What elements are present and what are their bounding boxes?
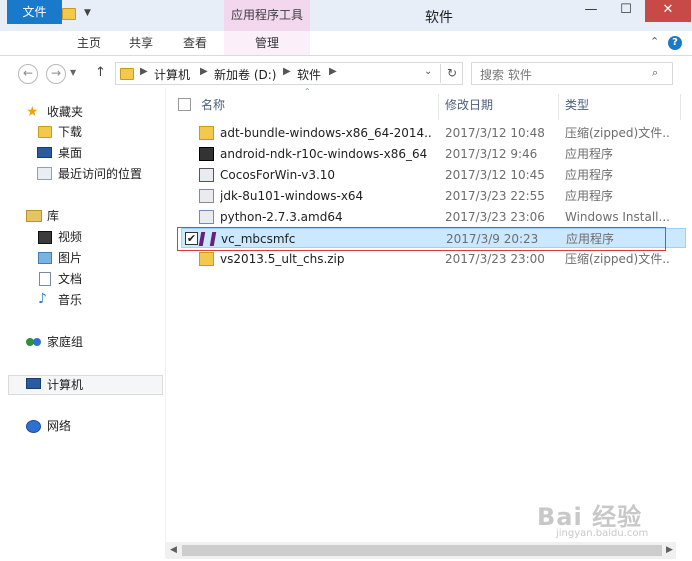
star-icon: ★ xyxy=(26,104,39,120)
baidu-watermark: Bai 经验 xyxy=(537,503,643,531)
column-separator[interactable] xyxy=(438,94,439,120)
nav-desktop[interactable]: 桌面 xyxy=(58,143,82,163)
scroll-left-icon[interactable]: ◀ xyxy=(170,545,177,555)
file-name: vs2013.5_ult_chs.zip xyxy=(220,252,345,266)
breadcrumb-folder[interactable]: 软件 xyxy=(297,66,321,83)
collapse-ribbon-icon[interactable]: ⌃ xyxy=(650,35,659,48)
sort-ascending-icon: ⌃ xyxy=(304,87,311,96)
baidu-watermark-url: jingyan.baidu.com xyxy=(556,528,649,539)
file-date: 2017/3/23 23:00 xyxy=(445,252,545,266)
computer-icon xyxy=(26,378,41,389)
table-row[interactable]: vs2013.5_ult_chs.zip 2017/3/23 23:00 压缩(zi… xyxy=(181,249,686,269)
library-icon xyxy=(26,210,42,222)
nav-downloads[interactable]: 下载 xyxy=(58,122,82,142)
file-name: python-2.7.3.amd64 xyxy=(220,210,343,224)
7z-icon xyxy=(199,147,214,161)
nav-music[interactable]: 音乐 xyxy=(58,290,82,310)
file-type: 应用程序 xyxy=(565,168,614,182)
nav-videos[interactable]: 视频 xyxy=(58,227,82,247)
tab-view[interactable]: 查看 xyxy=(172,31,218,55)
documents-icon xyxy=(39,272,51,286)
minimize-button[interactable]: — xyxy=(575,0,607,22)
zip-folder-icon xyxy=(199,252,214,266)
video-icon xyxy=(38,231,52,244)
table-row[interactable]: python-2.7.3.amd64 2017/3/23 23:06 Windows… xyxy=(181,207,686,227)
column-separator[interactable] xyxy=(558,94,559,120)
pane-divider[interactable] xyxy=(165,88,166,558)
pictures-icon xyxy=(38,252,52,264)
up-button[interactable]: ↑ xyxy=(95,65,106,80)
file-name: android-ndk-r10c-windows-x86_64 xyxy=(220,147,428,161)
search-icon: ⌕ xyxy=(652,66,659,79)
file-name: jdk-8u101-windows-x64 xyxy=(220,189,364,203)
tab-share[interactable]: 共享 xyxy=(118,31,164,55)
refresh-button[interactable]: ↻ xyxy=(440,64,463,83)
installer-icon xyxy=(199,210,214,224)
zip-folder-icon xyxy=(199,126,214,140)
music-icon: ♪ xyxy=(38,291,47,307)
nav-homegroup[interactable]: 家庭组 xyxy=(47,332,83,352)
breadcrumb-separator[interactable]: ▶ xyxy=(283,66,291,77)
address-dropdown-icon[interactable]: ⌄ xyxy=(424,66,432,77)
column-header-type[interactable]: 类型 xyxy=(565,96,589,114)
selection-annotation-box xyxy=(177,227,666,251)
cocos-icon xyxy=(199,168,214,182)
network-icon xyxy=(26,420,41,433)
breadcrumb-separator[interactable]: ▶ xyxy=(329,66,337,77)
column-header-name[interactable]: 名称 xyxy=(201,96,225,114)
context-tab-app-tools: 应用程序工具 xyxy=(224,0,310,31)
file-type: 应用程序 xyxy=(565,147,614,161)
select-all-checkbox[interactable] xyxy=(178,98,191,111)
file-date: 2017/3/23 22:55 xyxy=(445,189,545,203)
help-icon[interactable]: ? xyxy=(668,36,682,50)
breadcrumb-separator[interactable]: ▶ xyxy=(200,66,208,77)
window-title: 软件 xyxy=(425,10,453,26)
file-date: 2017/3/12 9:46 xyxy=(445,147,538,161)
nav-pictures[interactable]: 图片 xyxy=(58,248,82,268)
tab-file[interactable]: 文件 xyxy=(7,0,62,24)
file-date: 2017/3/23 23:06 xyxy=(445,210,545,224)
tab-manage[interactable]: 管理 xyxy=(224,31,310,55)
file-type: 压缩(zipped)文件... xyxy=(565,126,669,140)
column-separator[interactable] xyxy=(680,94,681,120)
nav-library[interactable]: 库 xyxy=(47,206,59,226)
maximize-button[interactable]: ☐ xyxy=(610,0,642,22)
nav-computer[interactable]: 计算机 xyxy=(47,375,83,395)
downloads-icon xyxy=(38,126,52,138)
file-date: 2017/3/12 10:45 xyxy=(445,168,545,182)
file-name: adt-bundle-windows-x86_64-2014... xyxy=(220,126,432,140)
breadcrumb-drive[interactable]: 新加卷 (D:) xyxy=(214,66,276,83)
column-header-date[interactable]: 修改日期 xyxy=(445,96,493,114)
search-input[interactable]: 搜索 软件 xyxy=(471,62,673,85)
nav-documents[interactable]: 文档 xyxy=(58,269,82,289)
table-row[interactable]: jdk-8u101-windows-x64 2017/3/23 22:55 应用程序 xyxy=(181,186,686,206)
qat-dropdown-icon[interactable]: ▼ xyxy=(84,8,91,18)
file-type: 应用程序 xyxy=(565,189,614,203)
scroll-right-icon[interactable]: ▶ xyxy=(666,545,673,555)
table-row[interactable]: adt-bundle-windows-x86_64-2014... 2017/3/… xyxy=(181,123,686,143)
file-name: CocosForWin-v3.10 xyxy=(220,168,336,182)
java-icon xyxy=(199,189,214,203)
close-button[interactable]: ✕ xyxy=(645,0,691,22)
table-row[interactable]: android-ndk-r10c-windows-x86_64 2017/3/12… xyxy=(181,144,686,164)
forward-button[interactable]: → xyxy=(46,64,66,84)
recent-places-icon xyxy=(37,167,52,180)
folder-icon xyxy=(120,68,134,80)
desktop-icon xyxy=(37,147,52,158)
file-type: 压缩(zipped)文件... xyxy=(565,252,669,266)
homegroup-icon xyxy=(26,336,42,348)
new-folder-icon[interactable] xyxy=(62,6,78,22)
nav-recent[interactable]: 最近访问的位置 xyxy=(58,164,142,184)
breadcrumb-computer[interactable]: 计算机 xyxy=(154,66,190,83)
recent-locations-icon[interactable]: ▼ xyxy=(70,68,76,77)
nav-favorites[interactable]: 收藏夹 xyxy=(47,102,83,122)
file-type: Windows Install... xyxy=(565,210,669,224)
file-date: 2017/3/12 10:48 xyxy=(445,126,545,140)
breadcrumb-separator[interactable]: ▶ xyxy=(140,66,148,77)
table-row[interactable]: CocosForWin-v3.10 2017/3/12 10:45 应用程序 xyxy=(181,165,686,185)
tab-home[interactable]: 主页 xyxy=(66,31,112,55)
back-button[interactable]: ← xyxy=(18,64,38,84)
horizontal-scroll-thumb[interactable] xyxy=(182,545,662,556)
nav-network[interactable]: 网络 xyxy=(47,416,71,436)
